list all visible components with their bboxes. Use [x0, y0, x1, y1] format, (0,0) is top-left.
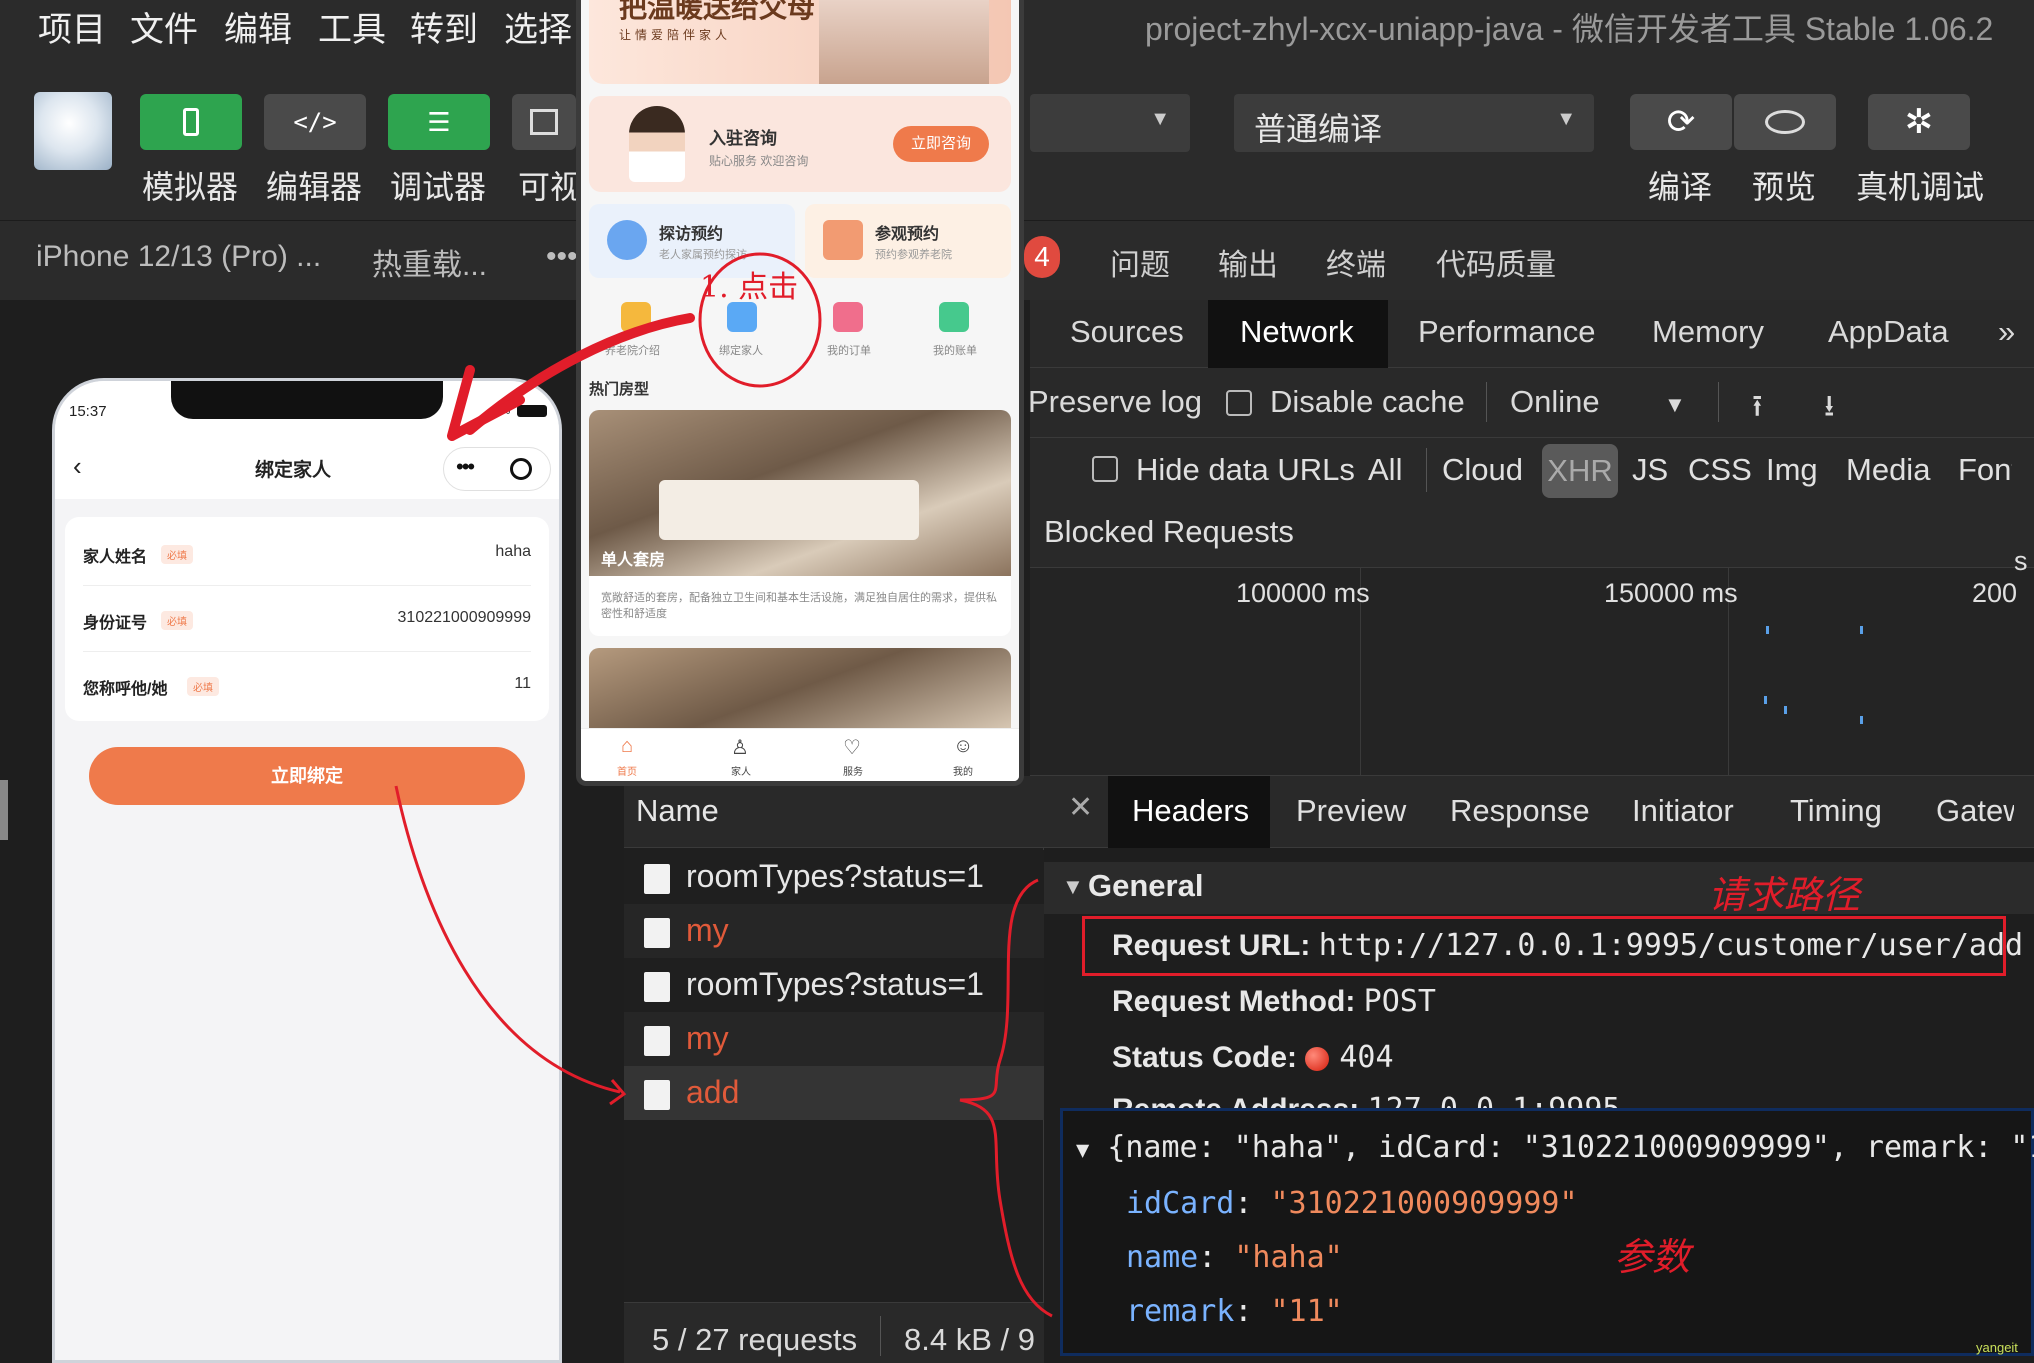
annotation-overlay [394, 252, 1053, 1318]
params-annotation: 参数 [1614, 1235, 1691, 1279]
arrow-head [447, 365, 525, 441]
watermark: yangeit [1976, 1340, 2018, 1355]
bracket-arrow [959, 878, 1053, 1318]
click-annotation: 1. 点击 [700, 270, 799, 305]
request-path-annotation: 请求路径 [1708, 873, 1861, 917]
flow-arrow [394, 785, 621, 1094]
